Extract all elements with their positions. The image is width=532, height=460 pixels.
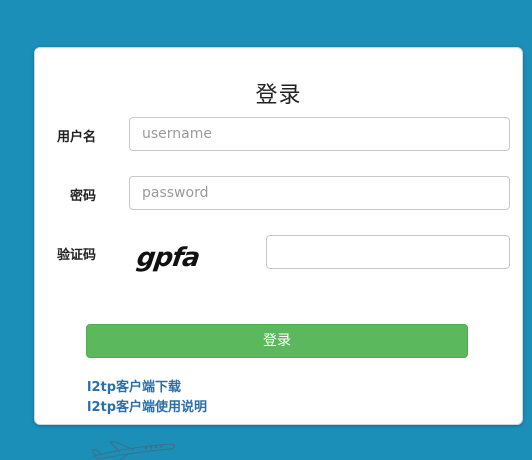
airplane-icon — [91, 441, 175, 460]
login-card: 登录 用户名 密码 验证码 gpfa 登录 l2tp客户端下载 l2tp客户端使… — [34, 47, 523, 425]
password-label: 密码 — [70, 189, 97, 204]
page-title: 登录 — [255, 83, 302, 108]
l2tp-download-link[interactable]: l2tp客户端下载 — [87, 376, 181, 395]
username-input[interactable] — [129, 117, 510, 151]
login-button[interactable]: 登录 — [86, 324, 468, 358]
password-input[interactable] — [129, 176, 510, 210]
captcha-image[interactable]: gpfa — [134, 238, 220, 278]
captcha-input[interactable] — [266, 235, 510, 269]
captcha-label: 验证码 — [57, 248, 97, 263]
page-background: 登录 用户名 密码 验证码 gpfa 登录 l2tp客户端下载 l2tp客户端使… — [0, 0, 532, 460]
l2tp-guide-link[interactable]: l2tp客户端使用说明 — [87, 396, 207, 415]
username-label: 用户名 — [57, 130, 97, 145]
